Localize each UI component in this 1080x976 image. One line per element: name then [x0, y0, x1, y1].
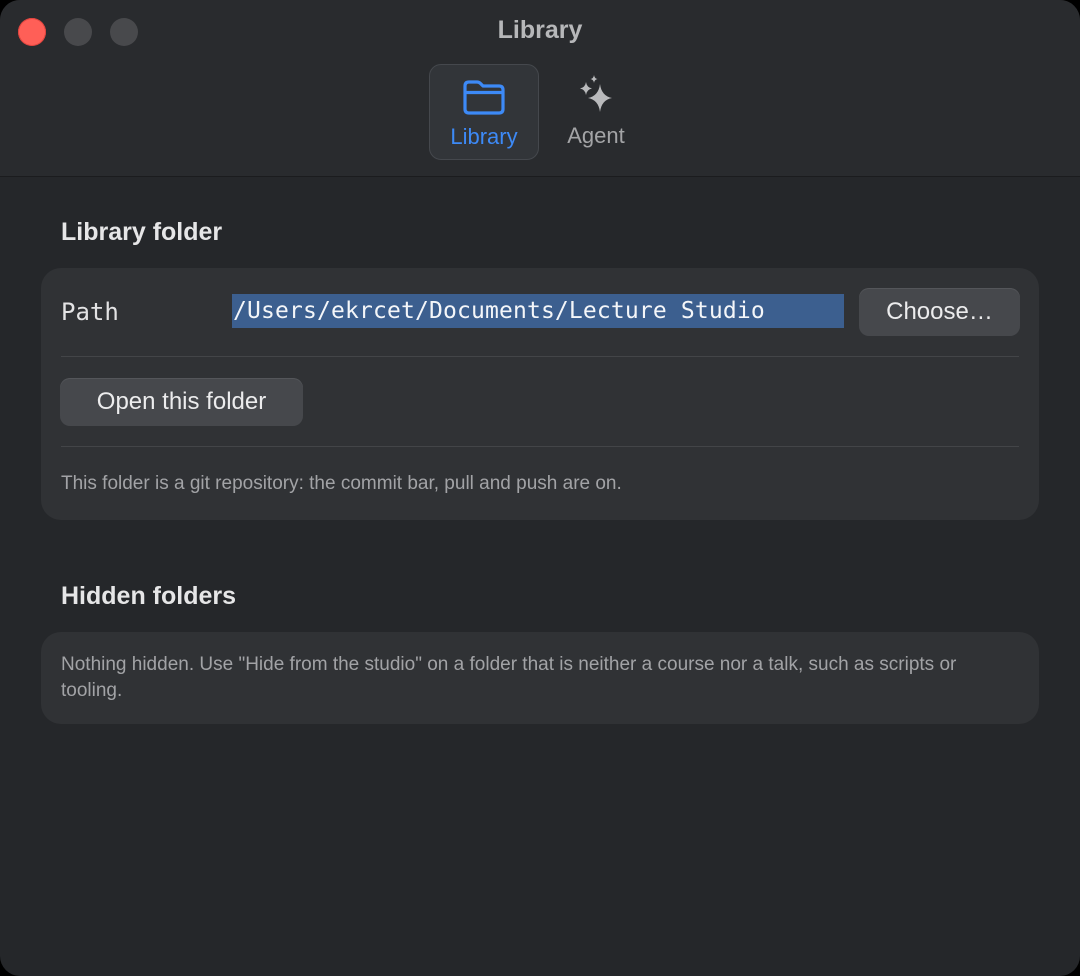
folder-icon — [430, 75, 538, 119]
divider — [61, 356, 1019, 357]
path-field[interactable]: /Users/ekrcet/Documents/Lecture Studio — [232, 294, 844, 328]
open-folder-button[interactable]: Open this folder — [60, 378, 303, 426]
hidden-folders-heading: Hidden folders — [61, 582, 237, 610]
library-folder-card: Path /Users/ekrcet/Documents/Lecture Stu… — [41, 268, 1039, 520]
settings-window: Library Library Agent Library folder Pat… — [0, 0, 1080, 976]
library-folder-heading: Library folder — [61, 218, 223, 246]
path-label: Path — [61, 298, 119, 326]
git-status-note: This folder is a git repository: the com… — [61, 473, 622, 494]
tab-library[interactable]: Library — [429, 64, 539, 160]
tab-agent-label: Agent — [567, 123, 625, 148]
hidden-folders-card: Nothing hidden. Use "Hide from the studi… — [41, 632, 1039, 724]
divider — [61, 446, 1019, 447]
tab-agent[interactable]: Agent — [541, 64, 651, 160]
tab-library-label: Library — [450, 124, 518, 149]
sparkles-icon — [541, 74, 651, 118]
hidden-folders-note: Nothing hidden. Use "Hide from the studi… — [61, 654, 957, 701]
window-title: Library — [497, 16, 583, 44]
title-bar: Library Library Agent — [0, 0, 1080, 177]
choose-button[interactable]: Choose… — [859, 288, 1020, 336]
